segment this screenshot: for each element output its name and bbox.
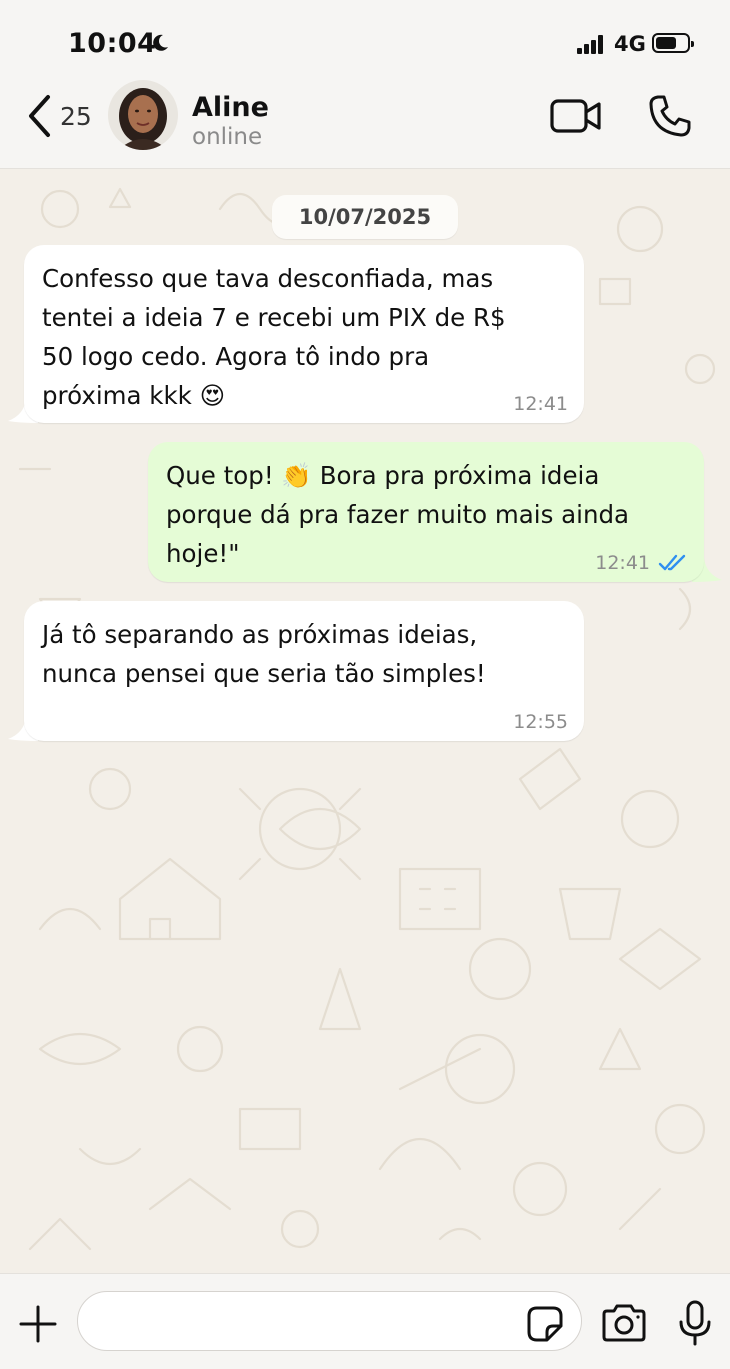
- microphone-icon: [679, 1300, 711, 1346]
- chat-area[interactable]: 10/07/2025 Confesso que tava desconfiada…: [0, 169, 730, 1273]
- battery-icon: [652, 33, 694, 53]
- contact-status: online: [192, 124, 263, 150]
- message-time: 12:55: [513, 711, 568, 733]
- network-type: 4G: [614, 32, 646, 56]
- message-time: 12:41: [513, 393, 568, 415]
- camera-button[interactable]: [601, 1304, 647, 1342]
- unread-count: 25: [60, 101, 92, 131]
- composer-bar: [0, 1273, 730, 1369]
- sticker-icon: [527, 1306, 563, 1342]
- plus-icon: [19, 1305, 57, 1343]
- microphone-button[interactable]: [676, 1300, 714, 1346]
- sticker-button[interactable]: [525, 1304, 565, 1344]
- message-bubble-outgoing[interactable]: Que top! 👏 Bora pra próxima ideia porque…: [148, 442, 704, 582]
- moon-icon: [153, 34, 168, 51]
- chat-header: 25 Aline online: [0, 80, 730, 169]
- video-call-button[interactable]: [550, 98, 602, 134]
- status-time: 10:04: [68, 28, 157, 59]
- message-meta: 12:41: [595, 552, 688, 574]
- double-check-read-icon: [658, 554, 686, 571]
- message-text: Já tô separando as próximas ideias, nunc…: [42, 620, 486, 688]
- message-meta: 12:41: [513, 393, 568, 415]
- signal-icon: [577, 34, 607, 54]
- camera-icon: [602, 1304, 646, 1342]
- message-bubble-incoming[interactable]: Já tô separando as próximas ideias, nunc…: [24, 601, 584, 741]
- chevron-left-icon: [29, 95, 50, 137]
- message-bubble-incoming[interactable]: Confesso que tava desconfiada, mas tente…: [24, 245, 584, 423]
- attach-button[interactable]: [18, 1304, 58, 1344]
- video-camera-icon: [550, 99, 601, 133]
- phone-icon: [649, 95, 691, 137]
- message-meta: 12:55: [513, 711, 568, 733]
- message-time: 12:41: [595, 552, 650, 574]
- back-button[interactable]: 25: [26, 92, 106, 140]
- contact-name[interactable]: Aline: [192, 92, 269, 123]
- voice-call-button[interactable]: [648, 94, 692, 138]
- message-text: Confesso que tava desconfiada, mas tente…: [42, 264, 506, 410]
- avatar[interactable]: [108, 80, 178, 150]
- message-input[interactable]: [77, 1291, 582, 1351]
- status-bar: 10:04 4G: [0, 0, 730, 80]
- date-chip: 10/07/2025: [272, 195, 458, 239]
